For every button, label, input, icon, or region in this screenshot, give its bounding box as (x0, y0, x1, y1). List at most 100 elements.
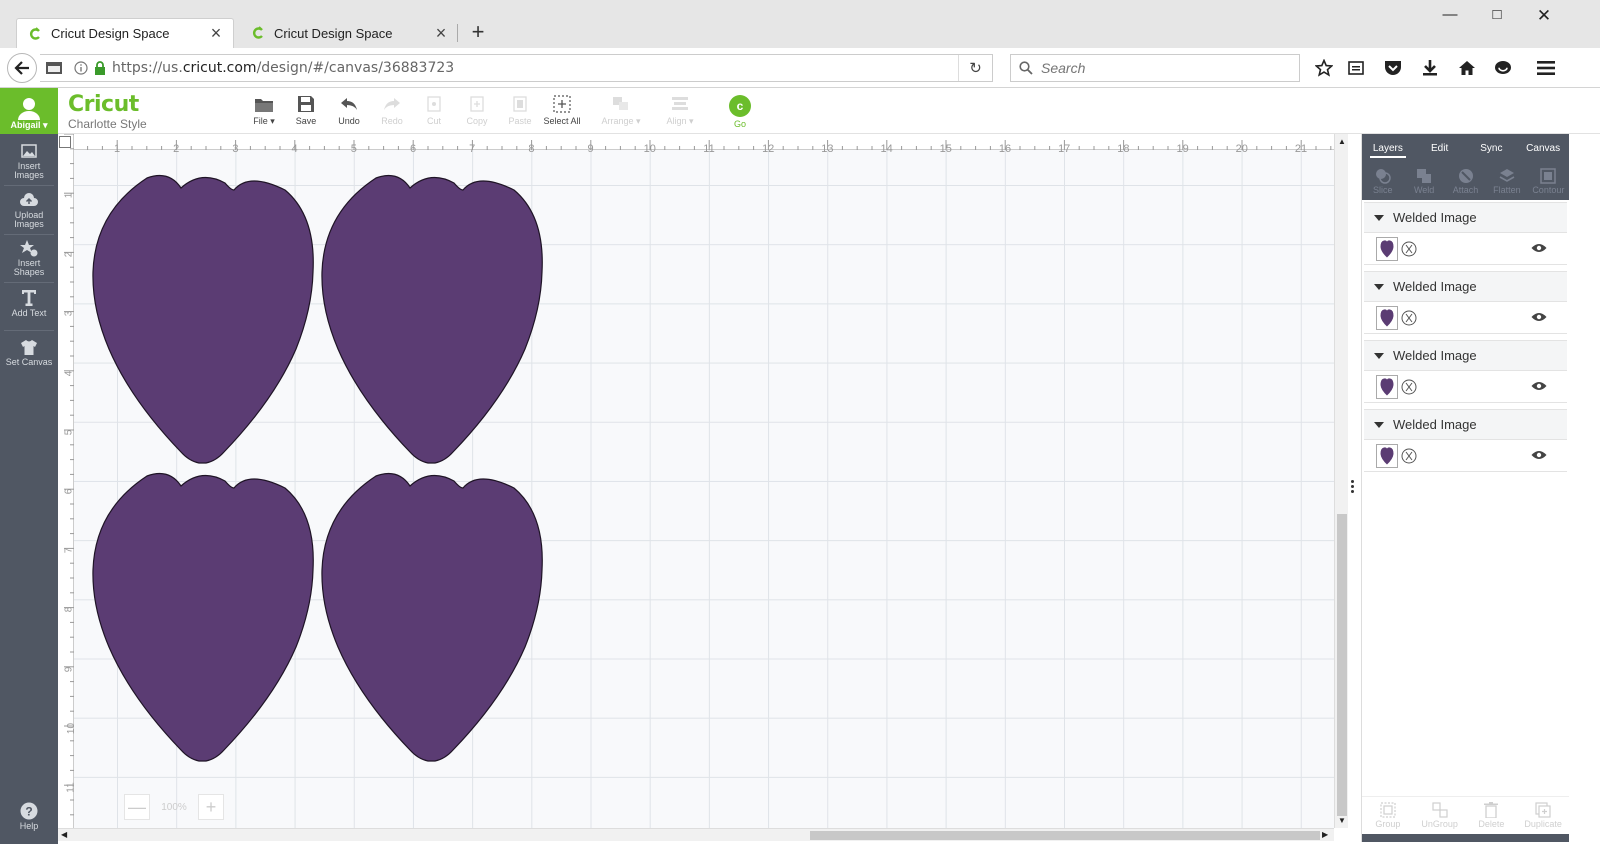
back-button[interactable] (7, 53, 37, 83)
cut-button[interactable]: Cut (414, 94, 454, 126)
search-input[interactable] (1041, 60, 1281, 76)
scroll-left-icon[interactable]: ◀ (61, 830, 67, 839)
eye-icon[interactable] (1531, 450, 1547, 460)
design-canvas[interactable]: 1 2 3 4 5 6 7 8 9 10 11 12 13 14 15 16 17 18 19 20 21 123456… (58, 134, 1334, 828)
ruler-label: 5 (350, 143, 357, 155)
slice-button[interactable]: Slice (1362, 162, 1403, 200)
maximize-window-icon[interactable]: □ (1487, 6, 1507, 23)
download-icon[interactable] (1419, 58, 1441, 78)
ruler-label: 11 (703, 143, 715, 155)
eye-icon[interactable] (1531, 381, 1547, 391)
paste-button[interactable]: Paste (500, 94, 540, 126)
tab-edit[interactable]: Edit (1414, 134, 1466, 162)
redo-button[interactable]: Redo (372, 94, 412, 126)
group-button[interactable]: Group (1362, 797, 1414, 834)
home-icon[interactable] (1456, 58, 1478, 78)
save-button[interactable]: Save (286, 94, 326, 126)
close-tab-icon[interactable]: × (207, 23, 225, 44)
tab-sync[interactable]: Sync (1466, 134, 1518, 162)
caret-down-icon[interactable] (1374, 352, 1384, 359)
weld-button[interactable]: Weld (1403, 162, 1444, 200)
scrollbar-thumb[interactable] (1337, 514, 1347, 816)
ungroup-label: UnGroup (1421, 819, 1458, 829)
layer-group-header[interactable]: Welded Image (1364, 340, 1567, 371)
browser-tab-active[interactable]: Cricut Design Space × (16, 18, 234, 48)
petal-shape[interactable] (320, 174, 546, 466)
scroll-down-icon[interactable]: ▼ (1338, 816, 1346, 825)
layer-group-header[interactable]: Welded Image (1364, 409, 1567, 440)
sidebar-item-set-canvas[interactable]: Set Canvas (0, 336, 58, 367)
panel-resize-handle[interactable] (1351, 480, 1355, 495)
layer-row[interactable] (1364, 371, 1567, 403)
undo-button[interactable]: Undo (329, 94, 369, 126)
tab-canvas[interactable]: Canvas (1517, 134, 1569, 162)
layer-group-header[interactable]: Welded Image (1364, 271, 1567, 302)
url-bar[interactable]: https://us.cricut.com/design/#/canvas/36… (40, 54, 993, 82)
scroll-up-icon[interactable]: ▲ (1338, 137, 1346, 146)
caret-down-icon[interactable] (1374, 283, 1384, 290)
cut-operation-icon[interactable] (1401, 310, 1417, 326)
eye-icon[interactable] (1531, 312, 1547, 322)
bookmark-star-icon[interactable] (1313, 58, 1335, 78)
tabs-list-icon[interactable] (46, 62, 62, 74)
scrollbar-thumb[interactable] (810, 831, 1320, 840)
ruler-corner[interactable] (59, 136, 71, 148)
layer-row[interactable] (1364, 302, 1567, 334)
align-button[interactable]: Align ▾ (660, 94, 700, 127)
petal-shape[interactable] (91, 174, 317, 466)
select-all-button[interactable]: Select All (542, 94, 582, 126)
close-tab-icon[interactable]: × (432, 23, 450, 44)
caret-down-icon[interactable] (1374, 214, 1384, 221)
ruler-label: 2 (173, 143, 180, 155)
zoom-in-button[interactable]: + (198, 794, 224, 820)
browser-tab-inactive[interactable]: Cricut Design Space × (240, 18, 458, 48)
delete-button[interactable]: Delete (1466, 797, 1518, 834)
copy-button[interactable]: Copy (457, 94, 497, 126)
site-info-icon[interactable] (74, 61, 88, 75)
go-button[interactable]: c Go (726, 95, 754, 129)
new-tab-icon[interactable]: + (466, 19, 490, 45)
layer-row[interactable] (1364, 440, 1567, 472)
user-menu-button[interactable]: Abigail ▾ (0, 88, 58, 134)
scroll-right-icon[interactable]: ▶ (1322, 830, 1328, 839)
cut-operation-icon[interactable] (1401, 241, 1417, 257)
contour-icon (1540, 168, 1557, 184)
minimize-window-icon[interactable]: — (1440, 6, 1460, 23)
sidebar-item-insert-images[interactable]: Insert Images (0, 140, 58, 180)
help-button[interactable]: ? Help (0, 800, 58, 831)
caret-down-icon[interactable] (1374, 421, 1384, 428)
reading-list-icon[interactable] (1345, 58, 1367, 78)
sidebar-item-add-text[interactable]: Add Text (0, 287, 58, 318)
chat-icon[interactable] (1492, 58, 1514, 78)
hamburger-menu-icon[interactable] (1535, 58, 1557, 78)
close-window-icon[interactable]: ✕ (1534, 6, 1554, 26)
file-menu-button[interactable]: File ▾ (244, 94, 284, 127)
layer-row[interactable] (1364, 233, 1567, 265)
arrange-button[interactable]: Arrange ▾ (601, 94, 641, 127)
contour-button[interactable]: Contour (1528, 162, 1569, 200)
layer-group-header[interactable]: Welded Image (1364, 202, 1567, 233)
zoom-out-button[interactable]: — (124, 794, 150, 820)
user-avatar-icon (18, 98, 40, 120)
eye-icon[interactable] (1531, 243, 1547, 253)
flatten-button[interactable]: Flatten (1486, 162, 1527, 200)
sidebar-item-upload-images[interactable]: Upload Images (0, 189, 58, 229)
reload-button[interactable]: ↻ (958, 55, 992, 81)
tab-layers[interactable]: Layers (1362, 134, 1414, 162)
slice-icon (1375, 169, 1391, 184)
attach-button[interactable]: Attach (1445, 162, 1486, 200)
petal-shape[interactable] (320, 472, 546, 764)
ungroup-button[interactable]: UnGroup (1414, 797, 1466, 834)
duplicate-button[interactable]: Duplicate (1517, 797, 1569, 834)
browser-search-bar[interactable] (1010, 54, 1300, 82)
canvas-vertical-scrollbar[interactable]: ▲ ▼ (1334, 134, 1348, 828)
petal-shape[interactable] (91, 472, 317, 764)
pocket-icon[interactable] (1382, 58, 1404, 78)
project-name[interactable]: Charlotte Style (68, 117, 147, 131)
cut-operation-icon[interactable] (1401, 448, 1417, 464)
cut-operation-icon[interactable] (1401, 379, 1417, 395)
ruler-label: 9 (587, 143, 594, 155)
url-text[interactable]: https://us.cricut.com/design/#/canvas/36… (112, 60, 454, 76)
canvas-horizontal-scrollbar[interactable]: ◀ ▶ (58, 828, 1334, 841)
sidebar-item-insert-shapes[interactable]: Insert Shapes (0, 237, 58, 277)
